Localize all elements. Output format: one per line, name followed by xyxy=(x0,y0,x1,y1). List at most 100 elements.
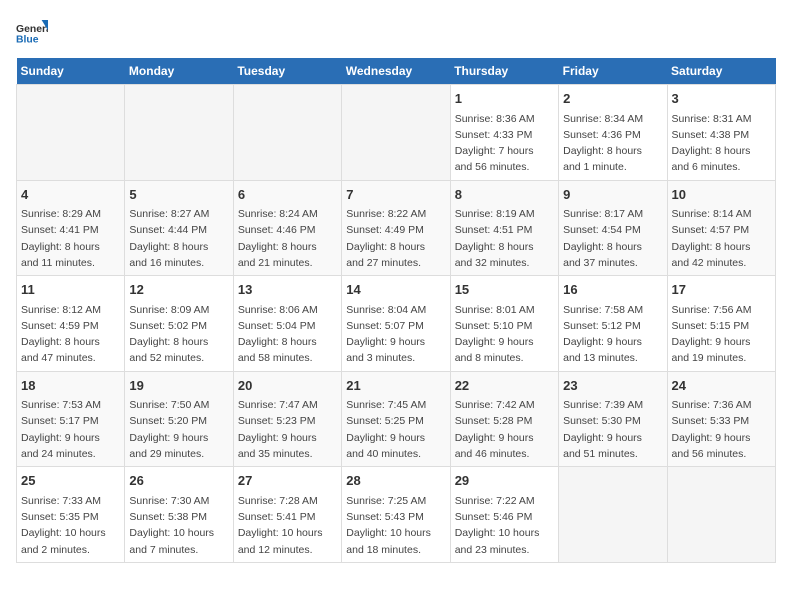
calendar-cell: 17Sunrise: 7:56 AM Sunset: 5:15 PM Dayli… xyxy=(667,276,775,372)
day-info: Sunrise: 8:34 AM Sunset: 4:36 PM Dayligh… xyxy=(563,111,662,176)
calendar-cell: 28Sunrise: 7:25 AM Sunset: 5:43 PM Dayli… xyxy=(342,467,450,563)
calendar-cell: 15Sunrise: 8:01 AM Sunset: 5:10 PM Dayli… xyxy=(450,276,558,372)
day-number: 5 xyxy=(129,185,228,205)
calendar-cell: 7Sunrise: 8:22 AM Sunset: 4:49 PM Daylig… xyxy=(342,180,450,276)
calendar-cell: 24Sunrise: 7:36 AM Sunset: 5:33 PM Dayli… xyxy=(667,371,775,467)
calendar-cell: 1Sunrise: 8:36 AM Sunset: 4:33 PM Daylig… xyxy=(450,85,558,181)
day-number: 28 xyxy=(346,471,445,491)
day-number: 7 xyxy=(346,185,445,205)
day-number: 15 xyxy=(455,280,554,300)
day-number: 27 xyxy=(238,471,337,491)
day-number: 24 xyxy=(672,376,771,396)
day-info: Sunrise: 7:50 AM Sunset: 5:20 PM Dayligh… xyxy=(129,397,228,462)
day-info: Sunrise: 7:39 AM Sunset: 5:30 PM Dayligh… xyxy=(563,397,662,462)
calendar-cell: 23Sunrise: 7:39 AM Sunset: 5:30 PM Dayli… xyxy=(559,371,667,467)
day-info: Sunrise: 8:29 AM Sunset: 4:41 PM Dayligh… xyxy=(21,206,120,271)
day-info: Sunrise: 7:53 AM Sunset: 5:17 PM Dayligh… xyxy=(21,397,120,462)
calendar-cell: 19Sunrise: 7:50 AM Sunset: 5:20 PM Dayli… xyxy=(125,371,233,467)
day-number: 20 xyxy=(238,376,337,396)
calendar-table: SundayMondayTuesdayWednesdayThursdayFrid… xyxy=(16,58,776,563)
calendar-cell: 11Sunrise: 8:12 AM Sunset: 4:59 PM Dayli… xyxy=(17,276,125,372)
day-info: Sunrise: 8:22 AM Sunset: 4:49 PM Dayligh… xyxy=(346,206,445,271)
weekday-header-thursday: Thursday xyxy=(450,58,558,85)
calendar-cell: 20Sunrise: 7:47 AM Sunset: 5:23 PM Dayli… xyxy=(233,371,341,467)
day-number: 11 xyxy=(21,280,120,300)
logo: General Blue xyxy=(16,16,52,48)
weekday-header-wednesday: Wednesday xyxy=(342,58,450,85)
calendar-cell xyxy=(559,467,667,563)
calendar-cell: 27Sunrise: 7:28 AM Sunset: 5:41 PM Dayli… xyxy=(233,467,341,563)
weekday-header-tuesday: Tuesday xyxy=(233,58,341,85)
calendar-cell: 2Sunrise: 8:34 AM Sunset: 4:36 PM Daylig… xyxy=(559,85,667,181)
weekday-header-sunday: Sunday xyxy=(17,58,125,85)
calendar-cell: 21Sunrise: 7:45 AM Sunset: 5:25 PM Dayli… xyxy=(342,371,450,467)
weekday-header-row: SundayMondayTuesdayWednesdayThursdayFrid… xyxy=(17,58,776,85)
calendar-cell: 26Sunrise: 7:30 AM Sunset: 5:38 PM Dayli… xyxy=(125,467,233,563)
calendar-cell xyxy=(233,85,341,181)
day-number: 9 xyxy=(563,185,662,205)
day-info: Sunrise: 7:45 AM Sunset: 5:25 PM Dayligh… xyxy=(346,397,445,462)
svg-text:General: General xyxy=(16,24,48,35)
calendar-cell: 25Sunrise: 7:33 AM Sunset: 5:35 PM Dayli… xyxy=(17,467,125,563)
day-info: Sunrise: 7:30 AM Sunset: 5:38 PM Dayligh… xyxy=(129,493,228,558)
day-info: Sunrise: 7:22 AM Sunset: 5:46 PM Dayligh… xyxy=(455,493,554,558)
calendar-cell: 14Sunrise: 8:04 AM Sunset: 5:07 PM Dayli… xyxy=(342,276,450,372)
day-number: 1 xyxy=(455,89,554,109)
day-number: 25 xyxy=(21,471,120,491)
day-number: 4 xyxy=(21,185,120,205)
day-number: 26 xyxy=(129,471,228,491)
day-info: Sunrise: 7:47 AM Sunset: 5:23 PM Dayligh… xyxy=(238,397,337,462)
day-number: 3 xyxy=(672,89,771,109)
day-info: Sunrise: 7:25 AM Sunset: 5:43 PM Dayligh… xyxy=(346,493,445,558)
header: General Blue xyxy=(16,16,776,48)
day-info: Sunrise: 8:36 AM Sunset: 4:33 PM Dayligh… xyxy=(455,111,554,176)
day-info: Sunrise: 8:14 AM Sunset: 4:57 PM Dayligh… xyxy=(672,206,771,271)
weekday-header-saturday: Saturday xyxy=(667,58,775,85)
day-info: Sunrise: 7:28 AM Sunset: 5:41 PM Dayligh… xyxy=(238,493,337,558)
day-number: 29 xyxy=(455,471,554,491)
day-number: 18 xyxy=(21,376,120,396)
calendar-cell: 6Sunrise: 8:24 AM Sunset: 4:46 PM Daylig… xyxy=(233,180,341,276)
day-info: Sunrise: 7:42 AM Sunset: 5:28 PM Dayligh… xyxy=(455,397,554,462)
calendar-week-row: 4Sunrise: 8:29 AM Sunset: 4:41 PM Daylig… xyxy=(17,180,776,276)
day-number: 14 xyxy=(346,280,445,300)
calendar-cell xyxy=(667,467,775,563)
calendar-cell: 13Sunrise: 8:06 AM Sunset: 5:04 PM Dayli… xyxy=(233,276,341,372)
weekday-header-friday: Friday xyxy=(559,58,667,85)
day-number: 21 xyxy=(346,376,445,396)
day-number: 19 xyxy=(129,376,228,396)
day-info: Sunrise: 8:24 AM Sunset: 4:46 PM Dayligh… xyxy=(238,206,337,271)
day-info: Sunrise: 8:17 AM Sunset: 4:54 PM Dayligh… xyxy=(563,206,662,271)
calendar-cell: 18Sunrise: 7:53 AM Sunset: 5:17 PM Dayli… xyxy=(17,371,125,467)
calendar-week-row: 1Sunrise: 8:36 AM Sunset: 4:33 PM Daylig… xyxy=(17,85,776,181)
calendar-cell: 12Sunrise: 8:09 AM Sunset: 5:02 PM Dayli… xyxy=(125,276,233,372)
day-number: 6 xyxy=(238,185,337,205)
day-info: Sunrise: 8:09 AM Sunset: 5:02 PM Dayligh… xyxy=(129,302,228,367)
day-number: 23 xyxy=(563,376,662,396)
calendar-cell: 8Sunrise: 8:19 AM Sunset: 4:51 PM Daylig… xyxy=(450,180,558,276)
day-info: Sunrise: 7:36 AM Sunset: 5:33 PM Dayligh… xyxy=(672,397,771,462)
day-number: 8 xyxy=(455,185,554,205)
day-info: Sunrise: 8:27 AM Sunset: 4:44 PM Dayligh… xyxy=(129,206,228,271)
calendar-cell xyxy=(17,85,125,181)
day-info: Sunrise: 8:31 AM Sunset: 4:38 PM Dayligh… xyxy=(672,111,771,176)
day-info: Sunrise: 8:04 AM Sunset: 5:07 PM Dayligh… xyxy=(346,302,445,367)
calendar-week-row: 18Sunrise: 7:53 AM Sunset: 5:17 PM Dayli… xyxy=(17,371,776,467)
day-info: Sunrise: 8:06 AM Sunset: 5:04 PM Dayligh… xyxy=(238,302,337,367)
calendar-cell: 10Sunrise: 8:14 AM Sunset: 4:57 PM Dayli… xyxy=(667,180,775,276)
day-number: 17 xyxy=(672,280,771,300)
calendar-cell: 3Sunrise: 8:31 AM Sunset: 4:38 PM Daylig… xyxy=(667,85,775,181)
day-info: Sunrise: 8:12 AM Sunset: 4:59 PM Dayligh… xyxy=(21,302,120,367)
calendar-cell xyxy=(342,85,450,181)
day-info: Sunrise: 7:56 AM Sunset: 5:15 PM Dayligh… xyxy=(672,302,771,367)
logo-icon: General Blue xyxy=(16,16,48,48)
calendar-cell: 22Sunrise: 7:42 AM Sunset: 5:28 PM Dayli… xyxy=(450,371,558,467)
calendar-cell: 29Sunrise: 7:22 AM Sunset: 5:46 PM Dayli… xyxy=(450,467,558,563)
day-number: 10 xyxy=(672,185,771,205)
svg-text:Blue: Blue xyxy=(16,34,39,45)
calendar-cell: 4Sunrise: 8:29 AM Sunset: 4:41 PM Daylig… xyxy=(17,180,125,276)
day-number: 22 xyxy=(455,376,554,396)
day-number: 16 xyxy=(563,280,662,300)
calendar-cell xyxy=(125,85,233,181)
day-info: Sunrise: 7:58 AM Sunset: 5:12 PM Dayligh… xyxy=(563,302,662,367)
